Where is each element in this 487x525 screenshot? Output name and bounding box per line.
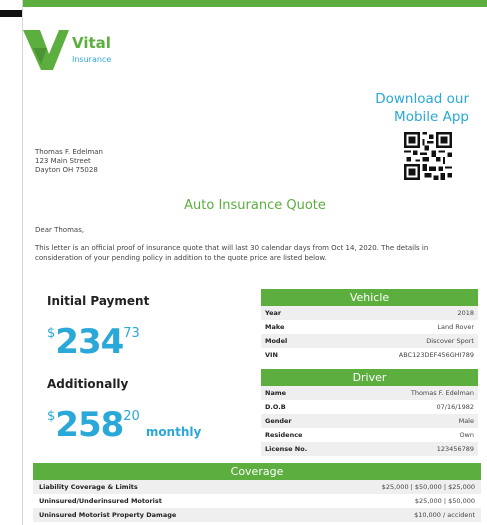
table-row: Uninsured Motorist Property Damage $10,00… (33, 508, 481, 522)
mailing-address: Thomas F. Edelman 123 Main Street Dayton… (35, 148, 103, 175)
row-value: $10,000 / accident (414, 511, 475, 519)
row-key: Uninsured/Underinsured Motorist (39, 497, 162, 505)
initial-payment-amount: $23473 (47, 322, 140, 362)
row-key: Uninsured Motorist Property Damage (39, 511, 177, 519)
row-value: 2018 (457, 309, 474, 317)
row-key: Model (265, 337, 288, 345)
table-row: Gender Male (261, 414, 478, 428)
row-value: Male (458, 417, 474, 425)
initial-payment-label: Initial Payment (47, 294, 150, 308)
coverage-heading: Coverage (33, 463, 481, 480)
table-row: Year 2018 (261, 306, 478, 320)
amount-cents: 73 (123, 326, 140, 341)
coverage-panel: Coverage Liability Coverage & Limits $25,… (33, 463, 481, 522)
row-key: Liability Coverage & Limits (39, 483, 138, 491)
amount-cents: 20 (123, 409, 140, 424)
row-value: 07/16/1982 (436, 403, 474, 411)
row-value: 123456789 (436, 445, 474, 453)
address-street: 123 Main Street (35, 157, 91, 165)
row-key: Residence (265, 431, 303, 439)
row-key: Name (265, 389, 287, 397)
amount-whole: 234 (55, 322, 124, 362)
row-value: ABC123DEF456GHI789 (398, 351, 474, 359)
table-row: Liability Coverage & Limits $25,000 | $50… (33, 480, 481, 494)
currency-symbol: $ (47, 409, 56, 424)
address-name: Thomas F. Edelman (35, 148, 103, 156)
table-row: VIN ABC123DEF456GHI789 (261, 348, 478, 362)
row-value: Discover Sport (426, 337, 474, 345)
additional-payment-label: Additionally (47, 377, 129, 391)
address-city: Dayton OH 75028 (35, 166, 98, 174)
table-row: Name Thomas F. Edelman (261, 386, 478, 400)
row-key: Gender (265, 417, 292, 425)
table-row: Model Discover Sport (261, 334, 478, 348)
row-value: Own (459, 431, 474, 439)
driver-heading: Driver (261, 369, 478, 386)
driver-panel: Driver Name Thomas F. Edelman D.O.B 07/16/… (261, 369, 478, 456)
row-key: VIN (265, 351, 278, 359)
row-value: $25,000 | $50,000 | $25,000 (381, 483, 475, 491)
row-key: Year (265, 309, 282, 317)
row-value: Land Rover (437, 323, 474, 331)
greeting: Dear Thomas, (35, 226, 85, 234)
table-row: License No. 123456789 (261, 442, 478, 456)
brand-logo: Vital Insurance (23, 24, 143, 70)
vehicle-heading: Vehicle (261, 289, 478, 306)
table-row: Residence Own (261, 428, 478, 442)
row-key: License No. (265, 445, 308, 453)
v-logo-icon (23, 30, 69, 70)
payment-frequency: monthly (145, 425, 202, 439)
quote-document: Vital Insurance Download our Mobile App … (22, 0, 487, 525)
top-accent-bar (23, 0, 487, 7)
row-key: Make (265, 323, 285, 331)
currency-symbol: $ (47, 326, 56, 341)
brand-name: Vital (72, 34, 111, 52)
table-row: Uninsured/Underinsured Motorist $25,000 |… (33, 494, 481, 508)
vehicle-panel: Vehicle Year 2018 Make Land Rover Model Dis… (261, 289, 478, 362)
document-title: Auto Insurance Quote (184, 198, 326, 213)
monthly-payment-amount: $25820 monthly (47, 405, 201, 445)
row-value: $25,000 | $50,000 (414, 497, 475, 505)
app-line-1: Download our (375, 91, 469, 107)
table-row: Make Land Rover (261, 320, 478, 334)
amount-whole: 258 (55, 405, 124, 445)
qr-code-icon[interactable] (404, 132, 452, 180)
mobile-app-callout: Download our Mobile App (299, 90, 469, 126)
row-value: Thomas F. Edelman (410, 389, 474, 397)
brand-subtitle: Insurance (72, 55, 112, 64)
app-line-2: Mobile App (394, 109, 469, 125)
table-row: D.O.B 07/16/1982 (261, 400, 478, 414)
row-key: D.O.B (265, 403, 286, 411)
intro-paragraph: This letter is an official proof of insu… (35, 244, 429, 262)
